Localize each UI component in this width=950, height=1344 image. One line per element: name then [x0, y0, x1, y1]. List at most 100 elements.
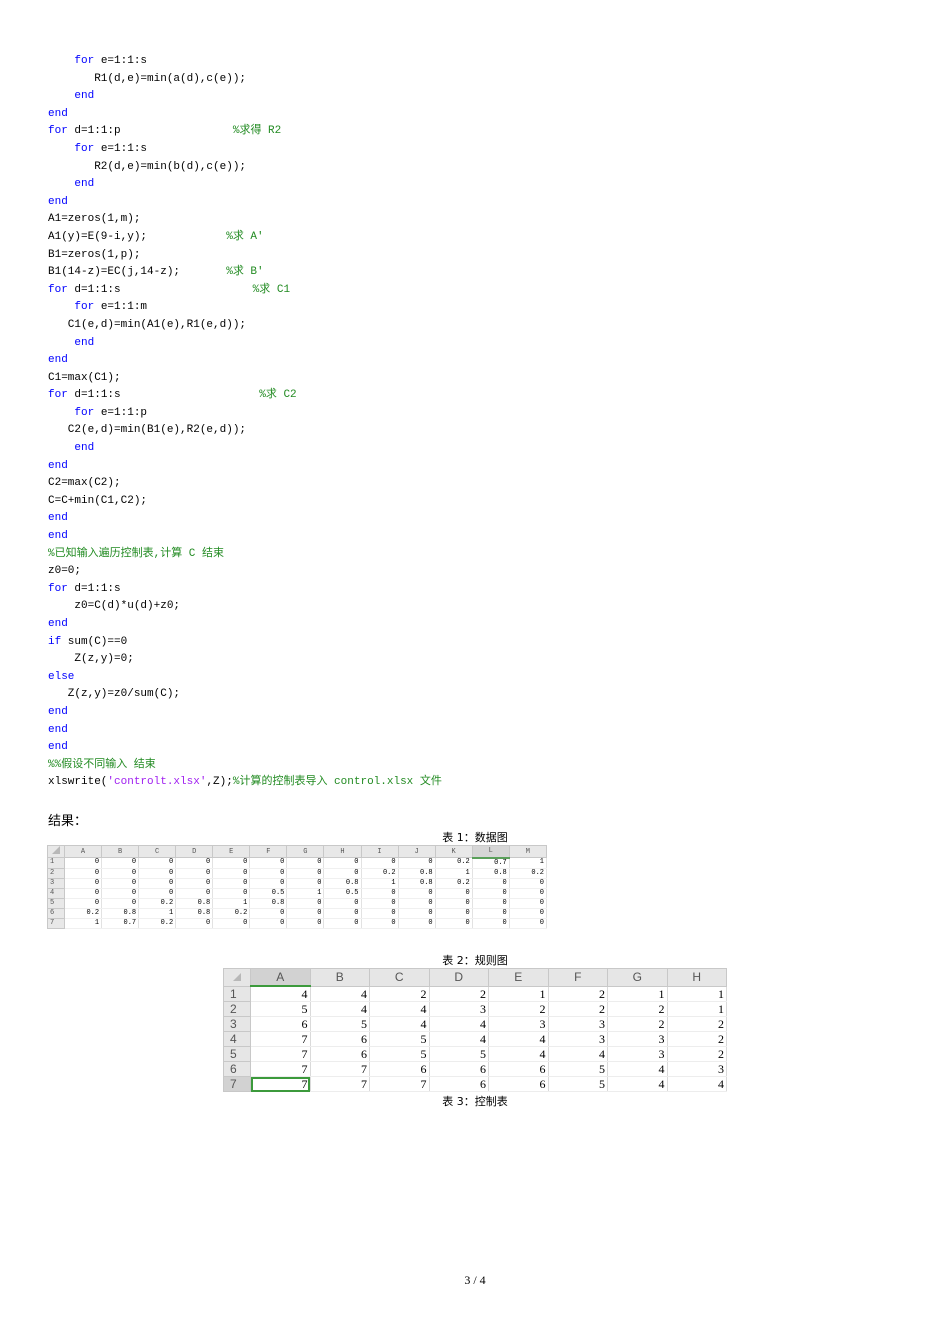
cell[interactable]: 0.2: [435, 878, 473, 889]
cell[interactable]: 0.2: [361, 868, 399, 879]
select-all-corner[interactable]: [47, 845, 65, 858]
cell[interactable]: 7: [310, 1061, 370, 1077]
cell[interactable]: 6: [488, 1076, 549, 1092]
cell[interactable]: 0: [249, 868, 288, 879]
cell[interactable]: 4: [369, 1001, 430, 1017]
cell[interactable]: 4: [607, 1061, 668, 1077]
cell[interactable]: 0: [101, 898, 140, 909]
cell[interactable]: 1: [138, 908, 177, 919]
cell[interactable]: 0: [212, 888, 251, 899]
column-header[interactable]: F: [547, 968, 608, 987]
cell[interactable]: 1: [212, 898, 251, 909]
cell[interactable]: 0: [323, 908, 362, 919]
row-header[interactable]: 7: [47, 917, 65, 929]
column-header[interactable]: H: [323, 845, 362, 858]
cell[interactable]: 3: [667, 1061, 727, 1077]
cell[interactable]: 0: [435, 918, 473, 929]
cell[interactable]: 0: [509, 878, 548, 889]
cell[interactable]: 0: [435, 888, 473, 899]
column-header[interactable]: A: [63, 845, 103, 858]
cell[interactable]: 4: [607, 1076, 668, 1092]
row-header[interactable]: 4: [223, 1031, 251, 1047]
cell[interactable]: 0.2: [212, 908, 251, 919]
cell[interactable]: 0.2: [64, 908, 103, 919]
cell[interactable]: 4: [369, 1016, 430, 1032]
cell[interactable]: 0: [323, 857, 362, 869]
cell[interactable]: 3: [488, 1016, 549, 1032]
column-header[interactable]: E: [488, 968, 549, 987]
cell[interactable]: 0: [64, 868, 103, 879]
cell[interactable]: 0: [398, 857, 436, 869]
cell[interactable]: 0: [323, 918, 362, 929]
cell[interactable]: 0: [249, 908, 288, 919]
row-header[interactable]: 6: [47, 907, 65, 919]
column-header[interactable]: H: [666, 968, 727, 987]
cell[interactable]: 0.8: [175, 908, 214, 919]
cell[interactable]: 6: [310, 1046, 370, 1062]
cell[interactable]: 4: [310, 1001, 370, 1017]
row-header[interactable]: 3: [223, 1016, 251, 1032]
cell[interactable]: 0: [64, 878, 103, 889]
cell[interactable]: 0.7: [101, 918, 140, 929]
cell[interactable]: 1: [488, 986, 549, 1002]
cell[interactable]: 0.2: [509, 868, 548, 879]
column-header[interactable]: C: [138, 845, 177, 858]
cell[interactable]: 6: [488, 1061, 549, 1077]
cell[interactable]: 0: [286, 898, 325, 909]
cell[interactable]: 7: [250, 1061, 311, 1077]
column-header[interactable]: D: [428, 968, 489, 987]
cell[interactable]: 5: [310, 1016, 370, 1032]
cell[interactable]: 0: [249, 857, 288, 869]
cell[interactable]: 0: [472, 908, 510, 919]
cell[interactable]: 2: [607, 1016, 668, 1032]
row-header[interactable]: 2: [47, 867, 65, 879]
row-header[interactable]: 5: [223, 1046, 251, 1062]
cell[interactable]: 6: [429, 1061, 489, 1077]
cell[interactable]: 0: [138, 878, 177, 889]
cell[interactable]: 0: [64, 857, 103, 869]
cell[interactable]: 5: [369, 1046, 430, 1062]
cell[interactable]: 4: [310, 986, 370, 1002]
cell[interactable]: 0: [509, 888, 548, 899]
column-header[interactable]: A: [250, 968, 311, 987]
column-header[interactable]: J: [397, 845, 436, 858]
cell[interactable]: 0: [509, 918, 548, 929]
cell[interactable]: 0.8: [249, 898, 288, 909]
cell[interactable]: 5: [250, 1001, 311, 1017]
row-header[interactable]: 1: [47, 857, 65, 869]
cell[interactable]: 0: [323, 898, 362, 909]
cell[interactable]: 4: [429, 1016, 489, 1032]
cell[interactable]: 6: [429, 1076, 489, 1092]
cell[interactable]: 0: [472, 918, 510, 929]
column-header[interactable]: K: [434, 845, 473, 858]
cell[interactable]: 1: [435, 868, 473, 879]
cell[interactable]: 0: [212, 857, 251, 869]
cell[interactable]: 0: [361, 898, 399, 909]
column-header[interactable]: G: [607, 968, 668, 987]
cell[interactable]: 0.8: [101, 908, 140, 919]
cell[interactable]: 3: [429, 1001, 489, 1017]
cell[interactable]: 0: [472, 888, 510, 899]
cell[interactable]: 0: [286, 908, 325, 919]
cell[interactable]: 0: [249, 878, 288, 889]
row-header[interactable]: 7: [223, 1076, 251, 1092]
cell[interactable]: 6: [310, 1031, 370, 1047]
cell[interactable]: 2: [429, 986, 489, 1002]
row-header[interactable]: 6: [223, 1061, 251, 1077]
cell[interactable]: 0: [175, 857, 214, 869]
cell[interactable]: 4: [488, 1046, 549, 1062]
cell[interactable]: 7: [250, 1031, 311, 1047]
cell[interactable]: 0: [398, 898, 436, 909]
cell[interactable]: 0: [175, 888, 214, 899]
cell[interactable]: 0: [212, 868, 251, 879]
cell[interactable]: 1: [509, 857, 548, 869]
column-header[interactable]: C: [369, 968, 430, 987]
cell[interactable]: 5: [429, 1046, 489, 1062]
cell[interactable]: 4: [488, 1031, 549, 1047]
cell[interactable]: 3: [548, 1016, 608, 1032]
cell[interactable]: 2: [607, 1001, 668, 1017]
cell[interactable]: 0: [138, 888, 177, 899]
cell[interactable]: 0: [175, 868, 214, 879]
select-all-corner[interactable]: [223, 968, 251, 987]
cell[interactable]: 0.5: [323, 888, 362, 899]
